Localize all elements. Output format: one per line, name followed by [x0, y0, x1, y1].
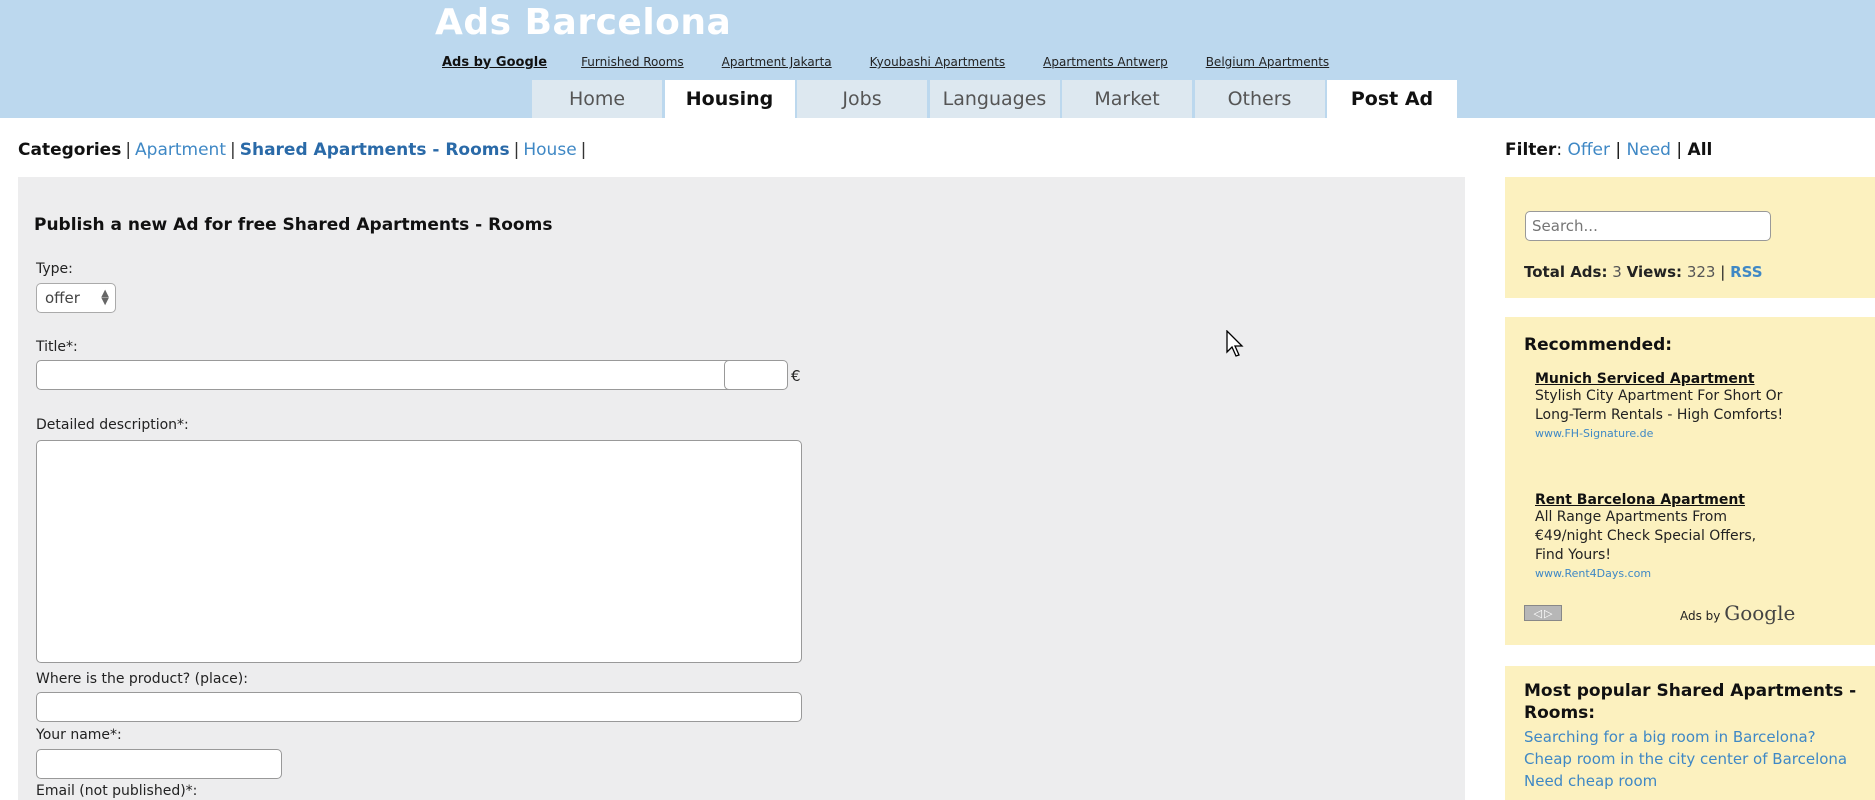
post-ad-form-panel: Publish a new Ad for free Shared Apartme… — [18, 177, 1465, 800]
type-label: Type: — [36, 261, 73, 277]
popular-link[interactable]: Cheap room in the city center of Barcelo… — [1524, 748, 1847, 770]
category-apartment[interactable]: Apartment — [135, 140, 226, 160]
separator: | — [125, 140, 132, 160]
place-input[interactable] — [36, 692, 802, 722]
google-ad-links-bar: Ads by Google Furnished Rooms Apartment … — [442, 52, 1367, 72]
views-label: Views: — [1626, 263, 1683, 281]
site-title[interactable]: Ads Barcelona — [435, 2, 731, 43]
ad-description: Stylish City Apartment For Short Or Long… — [1535, 388, 1784, 423]
popular-title: Most popular Shared Apartments - Rooms: — [1524, 681, 1857, 723]
separator: | — [580, 140, 587, 160]
title-input[interactable] — [36, 360, 736, 390]
ad-link-apartments-antwerp[interactable]: Apartments Antwerp — [1043, 55, 1168, 69]
ads-by-google-badge[interactable]: Ads by Google — [1680, 601, 1795, 625]
ad-link-furnished-rooms[interactable]: Furnished Rooms — [581, 55, 684, 69]
tab-languages[interactable]: Languages — [929, 80, 1060, 118]
ad-description: All Range Apartments From €49/night Chec… — [1535, 509, 1757, 563]
search-box: Total Ads: 3 Views: 323 | RSS — [1505, 177, 1875, 298]
category-house[interactable]: House — [523, 140, 576, 160]
recommended-ad[interactable]: Munich Serviced Apartment Stylish City A… — [1535, 371, 1785, 440]
site-header: Ads Barcelona Ads by Google Furnished Ro… — [0, 0, 1875, 118]
title-label: Title*: — [36, 339, 78, 355]
tab-jobs[interactable]: Jobs — [797, 80, 927, 118]
ad-link-kyoubashi-apartments[interactable]: Kyoubashi Apartments — [870, 55, 1005, 69]
total-ads-label: Total Ads: — [1524, 263, 1608, 281]
description-textarea[interactable] — [36, 440, 802, 663]
recommended-title: Recommended: — [1524, 335, 1673, 355]
type-select[interactable]: offer ▲ ▼ — [36, 283, 116, 313]
description-label: Detailed description*: — [36, 417, 189, 433]
filter-label: Filter — [1505, 140, 1557, 160]
type-select-value: offer — [45, 289, 80, 307]
google-logo: Google — [1724, 601, 1796, 625]
categories-label: Categories — [18, 140, 122, 160]
popular-box: Most popular Shared Apartments - Rooms: … — [1505, 666, 1875, 800]
ads-by-label: Ads by — [1680, 609, 1721, 623]
name-label: Your name*: — [36, 727, 122, 743]
ad-link-belgium-apartments[interactable]: Belgium Apartments — [1206, 55, 1329, 69]
categories-bar: Categories | Apartment | Shared Apartments -… — [18, 140, 590, 160]
email-label: Email (not published)*: — [36, 783, 198, 799]
search-input[interactable] — [1525, 211, 1771, 241]
tab-post-ad[interactable]: Post Ad — [1327, 80, 1457, 118]
separator: | — [513, 140, 520, 160]
separator: | — [230, 140, 236, 160]
tab-market[interactable]: Market — [1062, 80, 1192, 118]
ad-link-apartment-jakarta[interactable]: Apartment Jakarta — [722, 55, 832, 69]
popular-link[interactable]: Searching for a big room in Barcelona? — [1524, 726, 1847, 748]
recommended-ad[interactable]: Rent Barcelona Apartment All Range Apart… — [1535, 492, 1785, 580]
popular-links: Searching for a big room in Barcelona? C… — [1524, 726, 1847, 792]
form-title: Publish a new Ad for free Shared Apartme… — [34, 215, 553, 235]
adchoices-icon[interactable]: ◁ ▷ — [1524, 605, 1562, 621]
rss-link[interactable]: RSS — [1730, 263, 1762, 281]
category-shared-apartments-rooms[interactable]: Shared Apartments - Rooms — [240, 140, 510, 160]
tab-home[interactable]: Home — [532, 80, 662, 118]
popular-link[interactable]: Need cheap room — [1524, 770, 1847, 792]
views-value: 323 — [1686, 263, 1716, 281]
mouse-cursor-icon — [1226, 330, 1244, 357]
ad-url[interactable]: www.Rent4Days.com — [1535, 567, 1785, 580]
name-input[interactable] — [36, 749, 282, 779]
ad-stats: Total Ads: 3 Views: 323 | RSS — [1524, 263, 1763, 281]
place-label: Where is the product? (place): — [36, 671, 248, 687]
recommended-box: Recommended: Munich Serviced Apartment S… — [1505, 317, 1875, 645]
currency-label: € — [791, 367, 801, 385]
select-arrows-icon: ▲ ▼ — [101, 288, 109, 307]
tab-others[interactable]: Others — [1194, 80, 1325, 118]
ad-title[interactable]: Munich Serviced Apartment — [1535, 371, 1785, 387]
main-nav-tabs: Home Housing Jobs Languages Market Other… — [532, 80, 1460, 118]
tab-housing[interactable]: Housing — [664, 80, 795, 118]
filter-need[interactable]: Need — [1627, 140, 1671, 160]
filter-offer[interactable]: Offer — [1567, 140, 1610, 160]
ads-by-google-label[interactable]: Ads by Google — [442, 55, 547, 70]
ad-url[interactable]: www.FH-Signature.de — [1535, 427, 1785, 440]
price-input[interactable] — [724, 360, 788, 390]
ad-title[interactable]: Rent Barcelona Apartment — [1535, 492, 1785, 508]
total-ads-value: 3 — [1612, 263, 1622, 281]
filter-all[interactable]: All — [1688, 140, 1713, 160]
filter-bar: Filter: Offer | Need | All — [1505, 140, 1713, 160]
